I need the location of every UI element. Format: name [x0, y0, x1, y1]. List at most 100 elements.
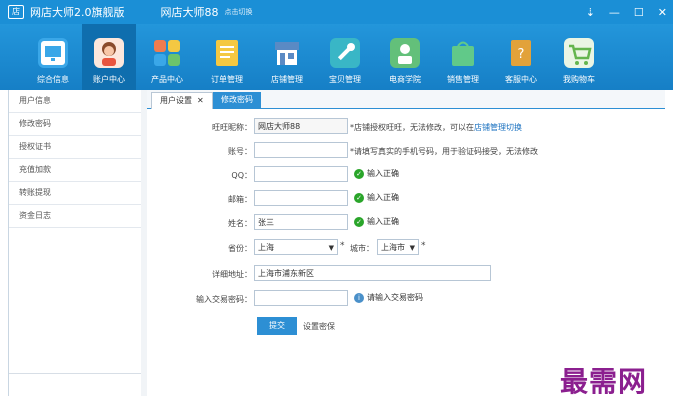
sidebar-item-certificate[interactable]: 授权证书 [9, 136, 141, 159]
account-field[interactable] [254, 142, 348, 158]
tab-user-settings[interactable]: 用户设置 ✕ [151, 92, 213, 109]
email-valid-status: ✓ 输入正确 [354, 192, 399, 203]
toolbar-label: 店铺管理 [271, 75, 303, 84]
toolbar-item-sales[interactable]: 销售管理 [436, 24, 490, 90]
cart-icon [564, 38, 594, 68]
toolbar-label: 电商学院 [389, 75, 421, 84]
download-icon[interactable]: ⇣ [586, 6, 595, 19]
sidebar-item-user-info[interactable]: 用户信息 [9, 90, 141, 113]
check-icon: ✓ [354, 216, 364, 227]
minimize-icon[interactable]: — [609, 6, 620, 19]
tab-change-password[interactable]: 修改密码 [213, 92, 261, 108]
row-wangwang: 旺旺昵称： 网店大师88 *店铺授权旺旺，无法修改，可以在店铺管理切换 [147, 118, 665, 136]
address-field[interactable]: 上海市浦东新区 [254, 265, 491, 281]
trade-password-hint: i 请输入交易密码 [354, 292, 423, 303]
bag-icon [448, 38, 478, 68]
row-qq: QQ： ✓ 输入正确 [147, 166, 665, 184]
toolbar-item-cart[interactable]: 我购物车 [552, 24, 606, 90]
sidebar-item-withdraw[interactable]: 转账提现 [9, 182, 141, 205]
city-select[interactable]: 上海市 ▼ [377, 239, 419, 255]
toolbar-item-account[interactable]: 账户中心 [82, 24, 136, 90]
city-required-mark: * [421, 241, 426, 251]
check-icon: ✓ [354, 168, 364, 179]
toolbar-label: 订单管理 [211, 75, 243, 84]
main-panel: 用户设置 ✕ 修改密码 旺旺昵称： 网店大师88 *店铺授权旺旺，无法修改，可以在… [147, 90, 665, 396]
close-icon[interactable]: ✕ [658, 6, 667, 19]
info-icon: i [354, 292, 364, 303]
sidebar-item-recharge[interactable]: 充值加款 [9, 159, 141, 182]
toolbar-item-orders[interactable]: 订单管理 [200, 24, 254, 90]
title-bar: 店 网店大师2.0旗舰版 网店大师88 点击切换 ⇣ — ☐ ✕ [0, 0, 673, 24]
toolbar-item-products[interactable]: 产品中心 [140, 24, 194, 90]
trade-password-label: 输入交易密码： [196, 295, 252, 304]
toolbar-label: 综合信息 [37, 75, 69, 84]
province-required-mark: * [340, 241, 345, 251]
window-controls: ⇣ — ☐ ✕ [586, 0, 667, 24]
watermark-text: 最需网 [560, 365, 648, 398]
toolbar-item-items[interactable]: 宝贝管理 [318, 24, 372, 90]
wangwang-hint: *店铺授权旺旺，无法修改，可以在店铺管理切换 [350, 123, 522, 132]
store-manage-link[interactable]: 店铺管理切换 [474, 123, 522, 132]
close-icon[interactable]: ✕ [197, 96, 204, 105]
sidebar-footer [9, 373, 141, 388]
row-trade-password: 输入交易密码： i 请输入交易密码 [147, 290, 665, 308]
wangwang-label: 旺旺昵称： [212, 123, 252, 132]
switch-shop-link[interactable]: 点击切换 [225, 7, 253, 17]
academy-icon [390, 38, 420, 68]
app-logo-icon: 店 [8, 5, 24, 19]
submit-button[interactable]: 提交 [257, 317, 297, 335]
account-label: 账号： [228, 147, 252, 156]
toolbar-label: 客服中心 [505, 75, 537, 84]
toolbar-label: 账户中心 [93, 75, 125, 84]
toolbar-label: 我购物车 [563, 75, 595, 84]
chevron-down-icon: ▼ [328, 244, 334, 252]
qq-label: QQ： [231, 171, 252, 180]
name-label: 姓名： [228, 219, 252, 228]
row-email: 邮箱： ✓ 输入正确 [147, 190, 665, 208]
email-label: 邮箱： [228, 195, 252, 204]
address-label: 详细地址： [212, 270, 252, 279]
product-tiles-icon [152, 38, 182, 68]
user-avatar-icon [94, 38, 124, 68]
name-field[interactable]: 张三 [254, 214, 348, 230]
row-name: 姓名： 张三 ✓ 输入正确 [147, 214, 665, 232]
toolbar-label: 宝贝管理 [329, 75, 361, 84]
toolbar-label: 销售管理 [447, 75, 479, 84]
qq-field[interactable] [254, 166, 348, 182]
tab-bar: 用户设置 ✕ 修改密码 [147, 90, 665, 109]
wangwang-field: 网店大师88 [254, 118, 348, 134]
sidebar-item-change-password[interactable]: 修改密码 [9, 113, 141, 136]
city-label: 城市： [350, 244, 374, 253]
name-valid-status: ✓ 输入正确 [354, 216, 399, 227]
toolbar-item-store[interactable]: 店铺管理 [260, 24, 314, 90]
svg-text:?: ? [518, 47, 525, 62]
toolbar-item-academy[interactable]: 电商学院 [378, 24, 432, 90]
trade-password-field[interactable] [254, 290, 348, 306]
toolbar-label: 产品中心 [151, 75, 183, 84]
sidebar: 用户信息 修改密码 授权证书 充值加款 转账提现 资金日志 [8, 90, 142, 396]
document-icon [212, 38, 242, 68]
app-title: 网店大师2.0旗舰版 [30, 6, 125, 19]
row-region: 省份： 上海 ▼ * 城市： 上海市 ▼ * [147, 239, 665, 257]
row-account: 账号： *请填写真实的手机号码，用于验证码接受，无法修改 [147, 142, 665, 160]
store-icon [272, 38, 302, 68]
maximize-icon[interactable]: ☐ [634, 6, 644, 19]
check-icon: ✓ [354, 192, 364, 203]
shop-name: 网店大师88 [160, 6, 219, 19]
qq-valid-status: ✓ 输入正确 [354, 168, 399, 179]
tab-label: 用户设置 [160, 96, 192, 105]
tools-icon [330, 38, 360, 68]
email-field[interactable] [254, 190, 348, 206]
toolbar-item-overview[interactable]: 综合信息 [26, 24, 80, 90]
row-address: 详细地址： 上海市浦东新区 [147, 265, 665, 283]
province-label: 省份： [228, 244, 252, 253]
book-icon: ? [506, 38, 536, 68]
chevron-down-icon: ▼ [409, 244, 415, 252]
set-security-link[interactable]: 设置密保 [303, 321, 335, 332]
app-window: 店 网店大师2.0旗舰版 网店大师88 点击切换 ⇣ — ☐ ✕ 综合信息 账户… [0, 0, 673, 406]
toolbar-item-service[interactable]: ? 客服中心 [494, 24, 548, 90]
main-toolbar: 综合信息 账户中心 产品中心 订单管理 店铺管理 宝贝管理 电商学院 销售管理 … [0, 24, 673, 90]
monitor-icon [38, 38, 68, 68]
province-select[interactable]: 上海 ▼ [254, 239, 338, 255]
sidebar-item-fund-log[interactable]: 资金日志 [9, 205, 141, 228]
